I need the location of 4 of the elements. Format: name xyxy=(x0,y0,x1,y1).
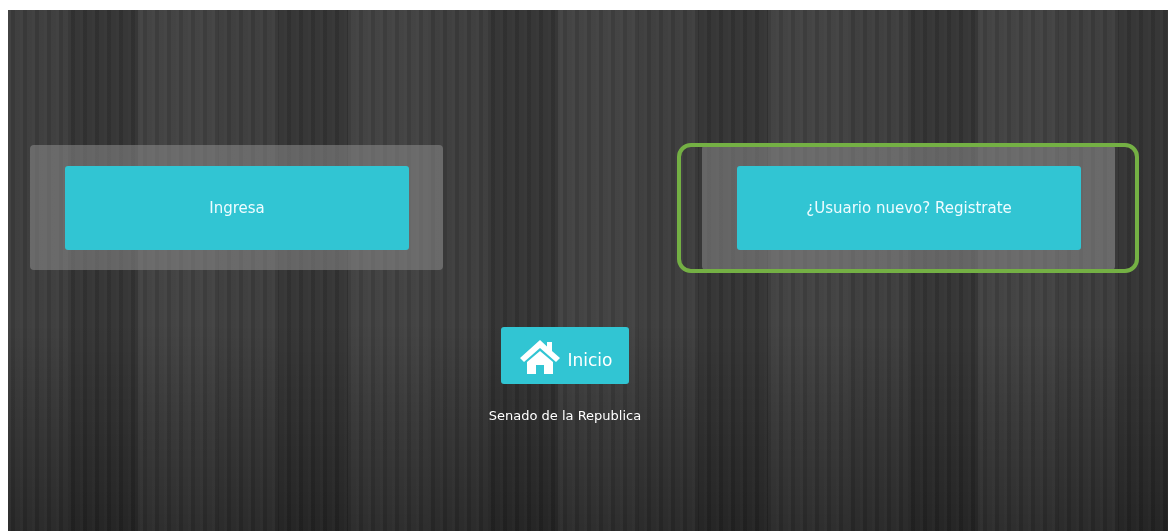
home-button[interactable]: Inicio xyxy=(501,327,629,384)
login-button[interactable]: Ingresa xyxy=(65,165,409,250)
footer-text: Senado de la Republica xyxy=(488,408,642,423)
register-button[interactable]: ¿Usuario nuevo? Registrate xyxy=(737,165,1081,250)
